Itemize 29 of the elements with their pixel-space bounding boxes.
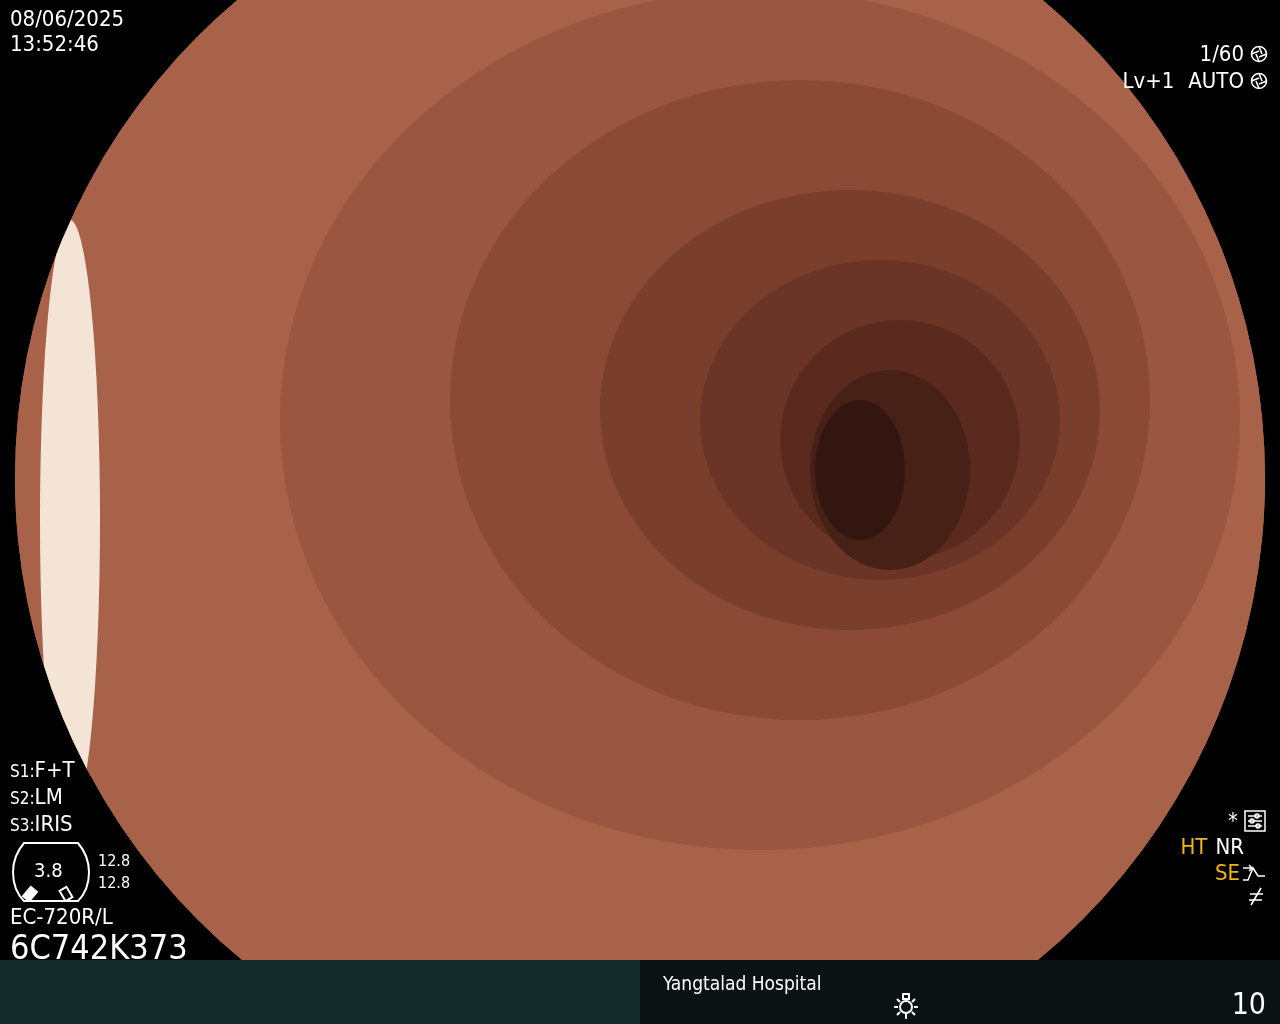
indicator-label: NR [1215,834,1244,859]
lamp-icon [891,992,921,1020]
switch-label: S3: [10,814,35,837]
gauge-value: 3.8 [34,858,63,883]
aperture-icon [1250,71,1268,90]
scope-serial: 6C742K373 [10,929,188,965]
curve-icon [1242,863,1266,882]
indicator-label: SE [1214,860,1240,885]
filter-icon [1246,886,1266,906]
switch-value: IRIS [34,811,73,836]
gauge-reading: 12.8 [98,872,131,894]
level-text: Lv+1 [1122,68,1175,93]
sliders-icon [1244,809,1266,832]
date-text: 08/06/2025 [10,6,125,31]
counter-text: 10 [1231,986,1266,1021]
bending-gauge-icon [12,842,90,902]
scope-model: EC-720R/L [10,904,114,929]
hospital-name: Yangtalad Hospital [663,972,822,994]
switch-label: S1: [10,760,35,783]
mark-text: * [1228,808,1238,833]
indicator-label: HT [1180,834,1208,859]
switch-label: S2: [10,787,35,810]
gauge-reading: 12.8 [98,850,131,872]
switch-value: F+T [34,757,75,782]
shutter-speed: 1/60 [1199,41,1244,66]
switch-value: LM [34,784,63,809]
mode-text: AUTO [1188,68,1244,93]
time-text: 13:52:46 [10,31,100,56]
aperture-icon [1250,44,1268,63]
